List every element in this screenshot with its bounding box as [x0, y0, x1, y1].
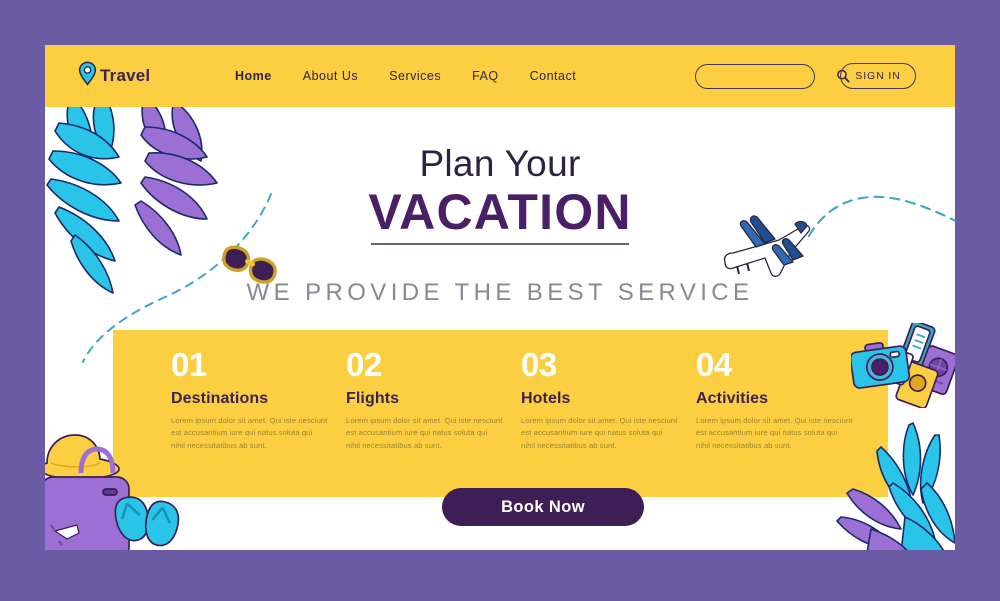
nav-link-faq[interactable]: FAQ — [472, 69, 499, 83]
brand-logo[interactable]: Travel — [78, 61, 150, 91]
location-pin-icon — [78, 61, 97, 91]
nav-link-contact[interactable]: Contact — [530, 69, 577, 83]
brand-label: Travel — [100, 66, 151, 85]
hero-headline-line2: VACATION — [368, 183, 632, 240]
feature-card-flights[interactable]: 02 Flights Lorem ipsum dolor sit amet. Q… — [346, 348, 521, 452]
search-input[interactable] — [704, 70, 836, 82]
nav-link-services[interactable]: Services — [389, 69, 441, 83]
airplane-illustration — [717, 200, 822, 290]
feature-title: Destinations — [171, 390, 269, 407]
feature-title: Flights — [346, 390, 400, 407]
hero-section: Plan Your VACATION WE PROVIDE THE BEST S… — [45, 107, 955, 330]
nav-link-home[interactable]: Home — [235, 69, 272, 83]
hero-underline-divider — [371, 242, 629, 246]
features-grid: 01 Destinations Lorem ipsum dolor sit am… — [171, 348, 871, 452]
nav-links: Home About Us Services FAQ Contact — [235, 69, 576, 83]
feature-body: Lorem ipsum dolor sit amet. Qui iste nes… — [346, 416, 503, 450]
nav-link-about-us[interactable]: About Us — [303, 69, 358, 83]
feature-number: 04 — [696, 346, 732, 383]
feature-body: Lorem ipsum dolor sit amet. Qui iste nes… — [696, 416, 853, 450]
feature-title: Activities — [696, 390, 769, 407]
hero-headline-line1: Plan Your — [419, 143, 581, 184]
feature-body: Lorem ipsum dolor sit amet. Qui iste nes… — [521, 416, 678, 450]
feature-body: Lorem ipsum dolor sit amet. Qui iste nes… — [171, 416, 328, 450]
navbar: Travel Home About Us Services FAQ Contac… — [45, 45, 955, 107]
signin-button[interactable]: SIGN IN — [840, 63, 916, 89]
feature-number: 02 — [346, 346, 382, 383]
search-box[interactable] — [695, 63, 850, 89]
feature-card-destinations[interactable]: 01 Destinations Lorem ipsum dolor sit am… — [171, 348, 346, 452]
features-band: 01 Destinations Lorem ipsum dolor sit am… — [113, 330, 888, 497]
feature-title: Hotels — [521, 390, 571, 407]
dashed-flight-path-illustration — [807, 190, 955, 250]
feature-card-activities[interactable]: 04 Activities Lorem ipsum dolor sit amet… — [696, 348, 871, 452]
landing-page-card: Travel Home About Us Services FAQ Contac… — [45, 45, 955, 550]
palm-leaves-top-left-illustration — [45, 96, 275, 307]
feature-card-hotels[interactable]: 03 Hotels Lorem ipsum dolor sit amet. Qu… — [521, 348, 696, 452]
feature-number: 01 — [171, 346, 207, 383]
feature-number: 03 — [521, 346, 557, 383]
book-now-button[interactable]: Book Now — [442, 488, 644, 526]
hero-subtitle: WE PROVIDE THE BEST SERVICE — [246, 279, 754, 307]
sunglasses-illustration — [217, 243, 279, 295]
